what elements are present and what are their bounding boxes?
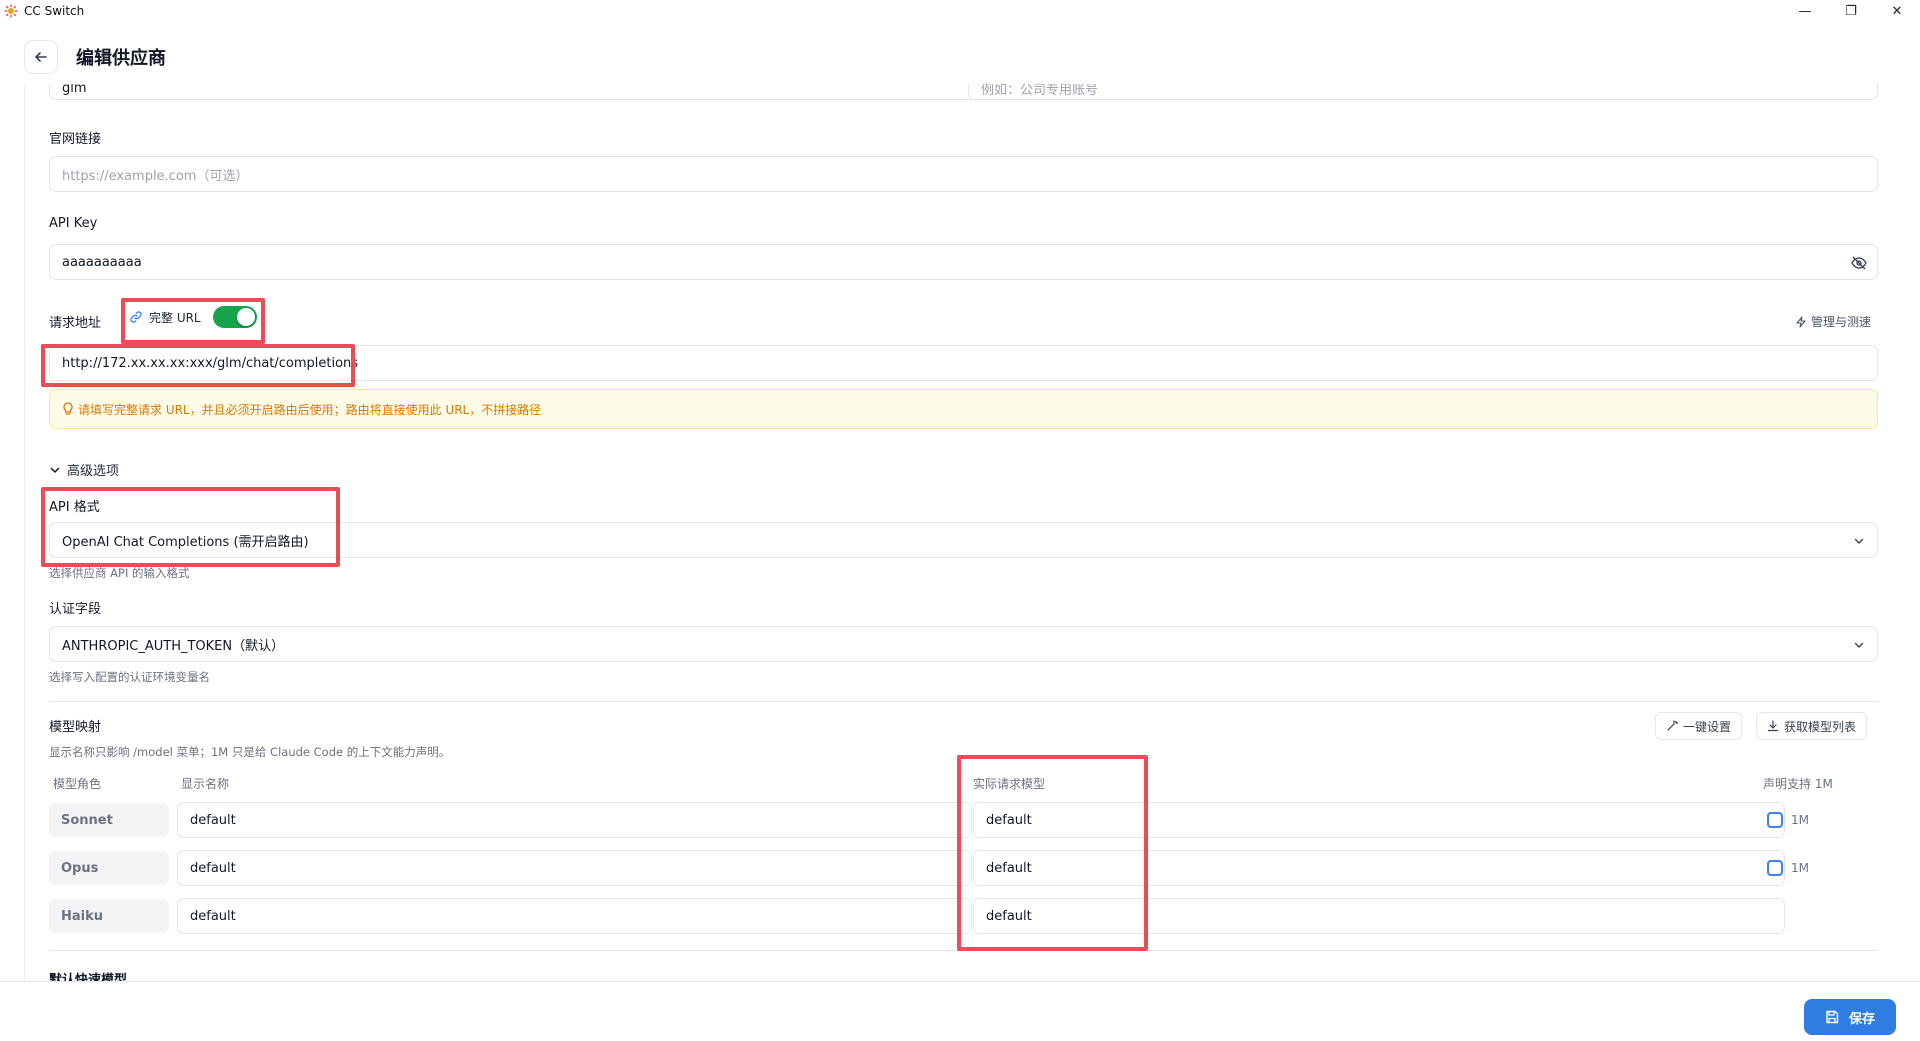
lightbulb-icon (63, 402, 73, 415)
chevron-down-icon (1854, 538, 1864, 544)
one-click-setup-button[interactable]: 一键设置 (1655, 712, 1743, 740)
fetch-models-button[interactable]: 获取模型列表 (1756, 712, 1868, 740)
endpoint-label: 请求地址 (49, 316, 102, 331)
col-role-header: 模型角色 (53, 777, 102, 791)
restore-icon: ❐ (1845, 3, 1857, 19)
download-icon (1767, 720, 1779, 732)
full-url-toggle-group[interactable]: 完整 URL (129, 306, 257, 328)
footer-bar: 保存 (0, 981, 1920, 1041)
form-scroll-area[interactable]: glm 例如：公司专用账号 官网链接 https://example.com（可… (24, 84, 1896, 981)
endpoint-warning: 请填写完整请求 URL，并且必须开启路由后使用；路由将直接使用此 URL，不拼接… (49, 389, 1878, 429)
role-chip-sonnet: Sonnet (49, 803, 169, 837)
eye-off-icon[interactable] (1851, 256, 1867, 270)
minimize-icon: — (1798, 3, 1812, 19)
auth-field-hint: 选择写入配置的认证环境变量名 (49, 670, 210, 684)
support-1m-checkbox[interactable]: 1M (1767, 860, 1809, 876)
chevron-down-icon (1854, 642, 1864, 648)
chevron-down-icon (50, 467, 60, 473)
actual-model-input[interactable]: default (973, 850, 1785, 886)
checkbox[interactable] (1767, 860, 1783, 876)
arrow-left-icon (35, 52, 47, 62)
lightning-icon (1796, 315, 1806, 328)
role-chip-haiku: Haiku (49, 899, 169, 933)
api-format-hint: 选择供应商 API 的输入格式 (49, 566, 190, 580)
close-window-button[interactable]: ✕ (1874, 0, 1920, 22)
window-titlebar: CC Switch — ❐ ✕ (0, 0, 1920, 22)
actual-model-input[interactable]: default (973, 802, 1785, 838)
role-chip-opus: Opus (49, 851, 169, 885)
default-model-label: 默认快速模型 (49, 973, 128, 981)
website-label: 官网链接 (49, 132, 102, 147)
website-input[interactable]: https://example.com（可选） (49, 156, 1878, 192)
auth-field-select[interactable]: ANTHROPIC_AUTH_TOKEN（默认） (49, 626, 1878, 662)
page-title: 编辑供应商 (76, 48, 166, 69)
model-mapping-hint: 显示名称只影响 /model 菜单；1M 只是给 Claude Code 的上下… (49, 745, 451, 759)
advanced-options-toggle[interactable]: 高级选项 (49, 460, 119, 479)
link-icon (130, 311, 142, 323)
full-url-toggle[interactable] (212, 306, 257, 328)
col-display-header: 显示名称 (181, 777, 230, 791)
auth-field-label: 认证字段 (49, 602, 102, 617)
api-format-label: API 格式 (49, 500, 100, 515)
divider (49, 701, 1878, 702)
checkbox[interactable] (1767, 812, 1783, 828)
display-name-input[interactable]: default (177, 850, 972, 886)
back-button[interactable] (24, 40, 58, 74)
save-icon (1826, 1010, 1839, 1024)
apikey-label: API Key (49, 216, 98, 231)
support-1m-checkbox[interactable]: 1M (1767, 812, 1809, 828)
minimize-button[interactable]: — (1782, 0, 1828, 22)
divider (49, 950, 1878, 951)
actual-model-input[interactable]: default (973, 898, 1785, 934)
apikey-input[interactable]: aaaaaaaaaa (49, 244, 1878, 280)
display-name-input[interactable]: default (177, 898, 972, 934)
display-name-input[interactable]: default (177, 802, 972, 838)
model-mapping-label: 模型映射 (49, 720, 102, 735)
window-title: CC Switch (24, 4, 85, 18)
col-actual-header: 实际请求模型 (973, 777, 1046, 791)
provider-name-input[interactable]: glm (49, 84, 977, 100)
wand-icon (1667, 720, 1678, 731)
page-header: 编辑供应商 (0, 28, 1920, 84)
app-logo-icon (4, 4, 18, 18)
save-button[interactable]: 保存 (1804, 999, 1896, 1035)
provider-note-input[interactable]: 例如：公司专用账号 (968, 84, 1878, 100)
close-icon: ✕ (1891, 3, 1903, 19)
full-url-label: 完整 URL (149, 310, 201, 325)
col-1m-header: 声明支持 1M (1763, 777, 1833, 791)
restore-button[interactable]: ❐ (1828, 0, 1874, 22)
manage-test-link[interactable]: 管理与测速 (1795, 313, 1871, 330)
endpoint-input[interactable]: http://172.xx.xx.xx:xxx/glm/chat/complet… (49, 345, 1878, 381)
api-format-select[interactable]: OpenAI Chat Completions (需开启路由) (49, 522, 1878, 558)
